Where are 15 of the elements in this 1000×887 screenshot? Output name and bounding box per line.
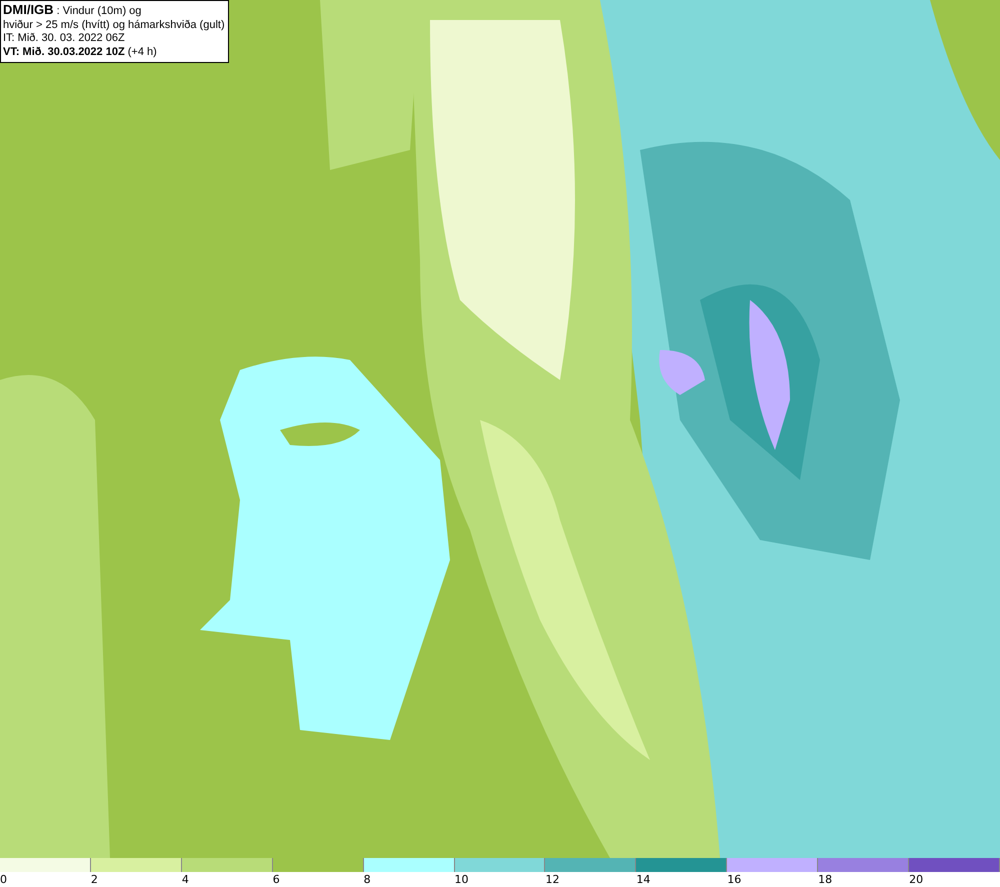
legend-label: 0 bbox=[0, 872, 7, 887]
legend-label: 8 bbox=[364, 872, 371, 887]
info-text: hviður > 25 m/s (hvítt) og hámarkshviða (gult) bbox=[3, 18, 225, 32]
legend-label: 16 bbox=[727, 872, 742, 887]
legend-label: 12 bbox=[545, 872, 560, 887]
legend-label: 6 bbox=[272, 872, 280, 887]
info-text: IT: Mið. 30. 03. 2022 06Z bbox=[3, 32, 126, 46]
legend-label: 18 bbox=[818, 872, 832, 887]
legend-label: 20 bbox=[909, 872, 924, 887]
info-text: DMI/IGB : Vindur (10m) og bbox=[3, 3, 142, 18]
info-text: VT: Mið. 30.03.2022 10Z (+4 h) bbox=[3, 46, 158, 59]
legend-label: 2 bbox=[90, 872, 98, 887]
legend-label: 10 bbox=[454, 872, 469, 887]
legend-label: 4 bbox=[182, 872, 189, 887]
legend-label: 14 bbox=[636, 872, 650, 887]
